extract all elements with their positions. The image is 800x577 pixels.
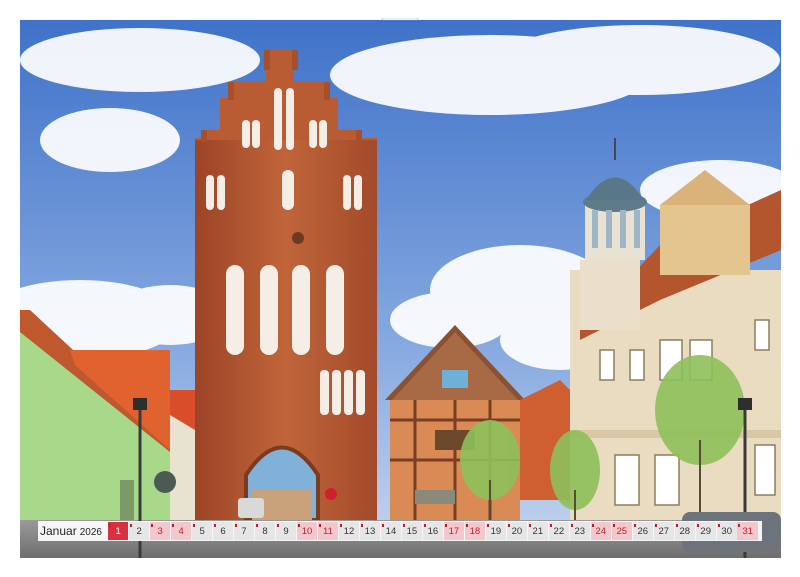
- day-number: 10: [301, 525, 313, 537]
- day-cell: 25: [611, 522, 632, 540]
- day-marker: [339, 524, 342, 527]
- day-cell: 8: [254, 522, 276, 540]
- day-cell: 22: [548, 522, 570, 540]
- day-number: 5: [199, 525, 205, 537]
- day-number: 4: [178, 525, 184, 537]
- day-number: 11: [323, 525, 333, 537]
- day-marker: [423, 524, 426, 527]
- day-marker: [192, 524, 195, 527]
- day-marker: [612, 524, 615, 527]
- day-marker: [528, 524, 531, 527]
- day-number: 14: [385, 525, 397, 537]
- day-cell: 16: [422, 522, 444, 540]
- day-cell: 19: [485, 522, 507, 540]
- day-marker: [129, 524, 132, 527]
- day-cell: 24: [590, 522, 611, 540]
- day-number: 3: [157, 525, 163, 537]
- day-marker: [150, 524, 153, 527]
- day-cell: 9: [275, 522, 297, 540]
- day-number: 7: [241, 525, 247, 537]
- day-number: 12: [343, 525, 355, 537]
- day-number: 29: [700, 525, 711, 537]
- day-cell: 12: [338, 522, 360, 540]
- month-label: Januar 2026: [40, 524, 102, 538]
- day-number: 15: [406, 525, 418, 537]
- day-marker: [402, 524, 405, 527]
- day-marker: [108, 524, 111, 527]
- day-number: 13: [364, 525, 376, 537]
- day-cell: 26: [632, 522, 653, 540]
- day-number: 8: [262, 525, 268, 537]
- day-marker: [465, 524, 468, 527]
- day-cell: 3: [149, 522, 171, 540]
- day-number: 6: [220, 525, 226, 537]
- day-cell: 29: [695, 522, 716, 540]
- day-cell: 1: [107, 522, 129, 540]
- day-number: 18: [469, 525, 481, 537]
- day-marker: [507, 524, 510, 527]
- day-cell: 23: [569, 522, 590, 540]
- day-marker: [213, 524, 216, 527]
- day-cell: 6: [212, 522, 234, 540]
- day-number: 16: [427, 525, 439, 537]
- day-number: 20: [511, 525, 523, 537]
- day-number: 1: [115, 525, 121, 537]
- day-marker: [549, 524, 552, 527]
- day-cell: 28: [674, 522, 695, 540]
- day-marker: [696, 524, 699, 527]
- day-marker: [276, 524, 279, 527]
- day-number: 25: [616, 525, 628, 537]
- day-marker: [591, 524, 594, 527]
- day-cell: 18: [464, 522, 486, 540]
- day-marker: [717, 524, 720, 527]
- day-number: 17: [448, 525, 460, 537]
- day-number: 21: [532, 525, 544, 537]
- day-cell: 7: [233, 522, 255, 540]
- day-marker: [381, 524, 384, 527]
- day-number: 27: [658, 525, 670, 537]
- day-number: 9: [283, 525, 289, 537]
- day-number: 26: [637, 525, 649, 537]
- day-cell: 27: [653, 522, 674, 540]
- day-number: 28: [679, 525, 691, 537]
- calendar-photo: [20, 20, 781, 558]
- day-number: 23: [574, 525, 586, 537]
- day-number: 24: [595, 525, 607, 537]
- day-number: 19: [490, 525, 502, 537]
- day-marker: [360, 524, 363, 527]
- day-number: 30: [721, 525, 732, 537]
- day-marker: [318, 524, 321, 527]
- day-cell: 5: [191, 522, 213, 540]
- day-cell: 4: [170, 522, 192, 540]
- day-cell: 31: [737, 522, 758, 540]
- day-cell: 20: [506, 522, 528, 540]
- day-cell: 30: [716, 522, 737, 540]
- day-cell: 11: [317, 522, 339, 540]
- day-marker: [675, 524, 678, 527]
- day-marker: [486, 524, 489, 527]
- month-name: Januar: [40, 524, 77, 538]
- day-number: 31: [742, 525, 753, 537]
- day-cell: 13: [359, 522, 381, 540]
- day-cell: 10: [296, 522, 318, 540]
- day-cell: 2: [128, 522, 150, 540]
- day-marker: [255, 524, 258, 527]
- day-marker: [234, 524, 237, 527]
- calendar-date-bar: Januar 2026 1 2 3 4 5 6 7 8 9 10 11 12 13 14 15 16 17 18 19…: [38, 521, 762, 541]
- year: 2026: [79, 527, 102, 538]
- day-marker: [171, 524, 174, 527]
- day-marker: [444, 524, 447, 527]
- day-number: 2: [136, 525, 142, 537]
- day-marker: [633, 524, 636, 527]
- day-cell: 14: [380, 522, 402, 540]
- day-marker: [654, 524, 657, 527]
- day-number: 22: [553, 525, 565, 537]
- day-strip: 1 2 3 4 5 6 7 8 9 10 11 12 13 14 15 16 17 18 19 20 21 22 23 24 2…: [107, 522, 759, 540]
- day-cell: 15: [401, 522, 423, 540]
- day-marker: [297, 524, 300, 527]
- day-marker: [738, 524, 741, 527]
- day-cell: 21: [527, 522, 549, 540]
- day-marker: [570, 524, 573, 527]
- day-cell: 17: [443, 522, 465, 540]
